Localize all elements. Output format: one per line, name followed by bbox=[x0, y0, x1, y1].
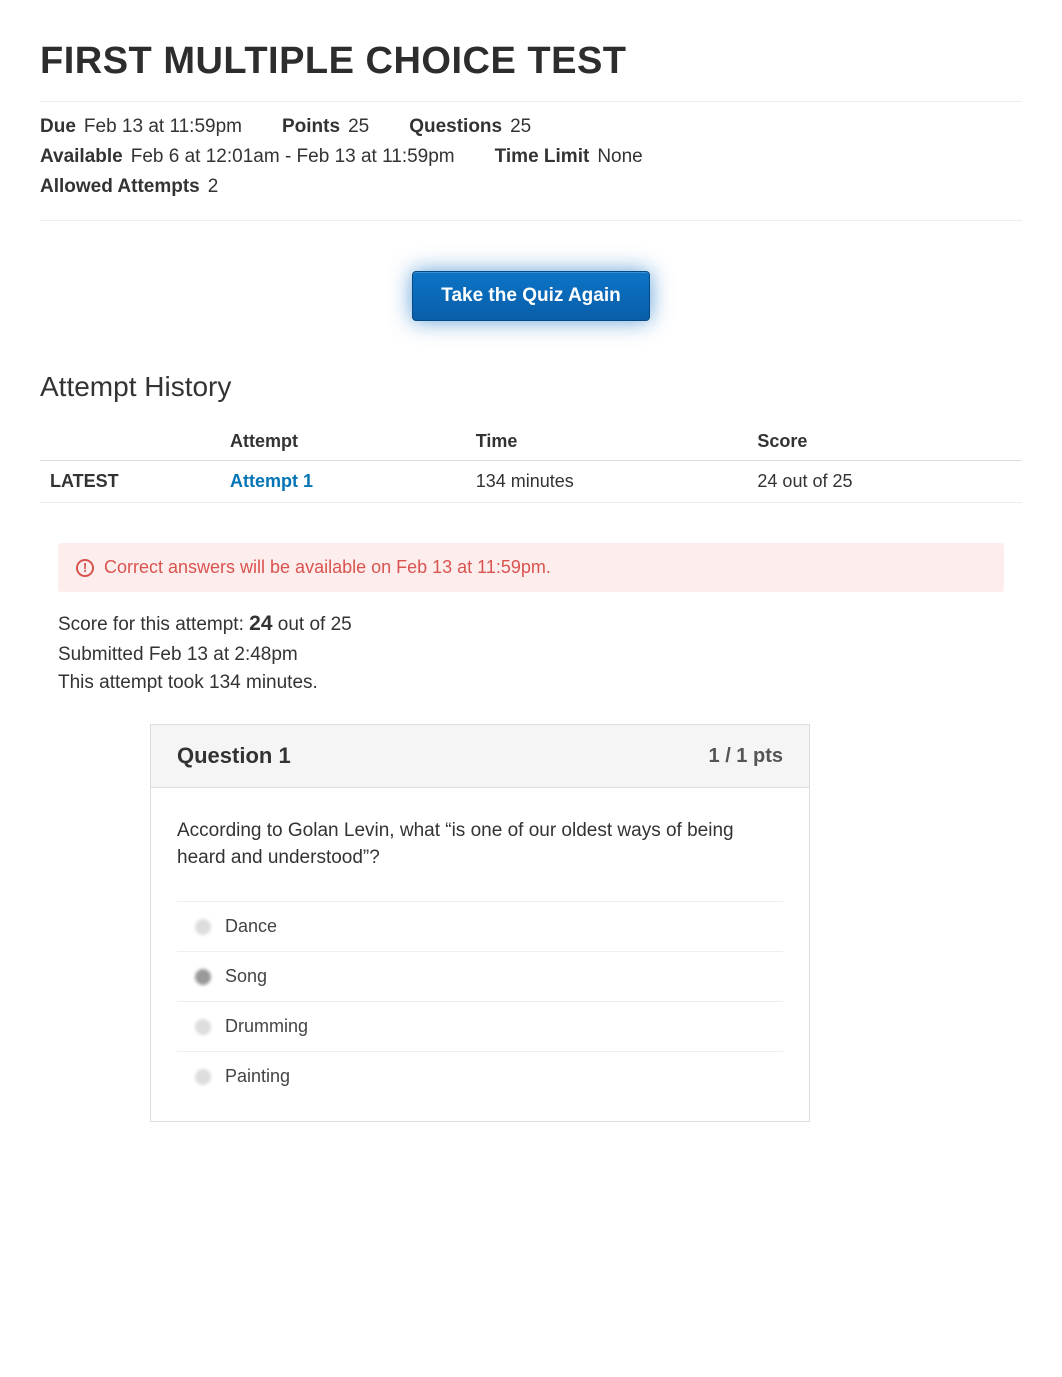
attempt-history-heading: Attempt History bbox=[40, 371, 1022, 403]
answer-label: Drumming bbox=[225, 1016, 308, 1037]
attempt-time: 134 minutes bbox=[466, 461, 748, 503]
score-suffix: out of 25 bbox=[273, 614, 352, 635]
col-score: Score bbox=[747, 423, 1022, 461]
duration-line: This attempt took 134 minutes. bbox=[58, 672, 1004, 694]
answer-label: Dance bbox=[225, 916, 277, 937]
meta-due: Due Feb 13 at 11:59pm bbox=[40, 116, 242, 138]
meta-attempts-label: Allowed Attempts bbox=[40, 176, 200, 198]
meta-available-value: Feb 6 at 12:01am - Feb 13 at 11:59pm bbox=[131, 146, 455, 168]
score-line: Score for this attempt: 24 out of 25 bbox=[58, 612, 1004, 636]
answer-option: Dance bbox=[177, 901, 783, 951]
latest-badge: LATEST bbox=[40, 461, 220, 503]
table-row: LATEST Attempt 1 134 minutes 24 out of 2… bbox=[40, 461, 1022, 503]
attempt-history-table: Attempt Time Score LATEST Attempt 1 134 … bbox=[40, 423, 1022, 503]
question-text: According to Golan Levin, what “is one o… bbox=[177, 818, 783, 871]
quiz-meta-block: Due Feb 13 at 11:59pm Points 25 Question… bbox=[40, 101, 1022, 221]
question-card: Question 1 1 / 1 pts According to Golan … bbox=[150, 724, 810, 1122]
col-blank bbox=[40, 423, 220, 461]
attempt-link[interactable]: Attempt 1 bbox=[230, 471, 313, 491]
page-title: FIRST MULTIPLE CHOICE TEST bbox=[40, 40, 1022, 83]
warning-icon: ! bbox=[76, 559, 94, 577]
meta-questions: Questions 25 bbox=[409, 116, 531, 138]
meta-available-label: Available bbox=[40, 146, 123, 168]
meta-timelimit: Time Limit None bbox=[495, 146, 643, 168]
meta-questions-value: 25 bbox=[510, 116, 531, 138]
answers-availability-alert: ! Correct answers will be available on F… bbox=[58, 543, 1004, 592]
answer-label: Song bbox=[225, 966, 267, 987]
meta-timelimit-value: None bbox=[597, 146, 642, 168]
meta-attempts-value: 2 bbox=[208, 176, 219, 198]
meta-questions-label: Questions bbox=[409, 116, 502, 138]
question-points: 1 / 1 pts bbox=[709, 745, 783, 768]
col-attempt: Attempt bbox=[220, 423, 466, 461]
col-time: Time bbox=[466, 423, 748, 461]
radio-icon bbox=[195, 969, 211, 985]
score-value: 24 bbox=[249, 612, 272, 635]
radio-icon bbox=[195, 919, 211, 935]
meta-due-value: Feb 13 at 11:59pm bbox=[84, 116, 242, 138]
alert-text: Correct answers will be available on Feb… bbox=[104, 557, 551, 578]
answer-option: Painting bbox=[177, 1051, 783, 1101]
meta-timelimit-label: Time Limit bbox=[495, 146, 590, 168]
meta-points-value: 25 bbox=[348, 116, 369, 138]
question-body: According to Golan Levin, what “is one o… bbox=[151, 788, 809, 1121]
take-quiz-again-button[interactable]: Take the Quiz Again bbox=[412, 271, 649, 321]
meta-points: Points 25 bbox=[282, 116, 369, 138]
question-title: Question 1 bbox=[177, 743, 291, 769]
score-prefix: Score for this attempt: bbox=[58, 614, 249, 635]
meta-available: Available Feb 6 at 12:01am - Feb 13 at 1… bbox=[40, 146, 455, 168]
answer-option: Drumming bbox=[177, 1001, 783, 1051]
attempt-score: 24 out of 25 bbox=[747, 461, 1022, 503]
meta-points-label: Points bbox=[282, 116, 340, 138]
radio-icon bbox=[195, 1019, 211, 1035]
meta-due-label: Due bbox=[40, 116, 76, 138]
submitted-line: Submitted Feb 13 at 2:48pm bbox=[58, 644, 1004, 666]
table-header-row: Attempt Time Score bbox=[40, 423, 1022, 461]
answer-label: Painting bbox=[225, 1066, 290, 1087]
question-header: Question 1 1 / 1 pts bbox=[151, 725, 809, 788]
radio-icon bbox=[195, 1069, 211, 1085]
answer-option: Song bbox=[177, 951, 783, 1001]
meta-allowed-attempts: Allowed Attempts 2 bbox=[40, 176, 218, 198]
